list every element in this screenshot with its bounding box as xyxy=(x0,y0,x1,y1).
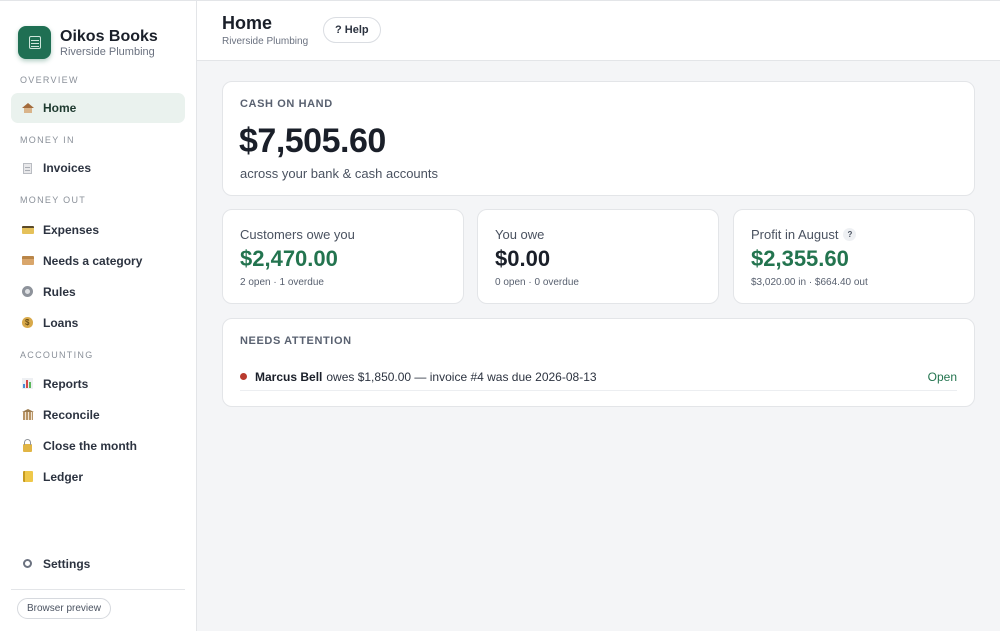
profit-card[interactable]: Profit in August ? $2,355.60 $3,020.00 i… xyxy=(733,209,975,304)
sidebar-item-needs-category[interactable]: Needs a category xyxy=(11,245,185,276)
sidebar-item-label: Loans xyxy=(43,315,79,330)
stat-meta: $3,020.00 in · $664.40 out xyxy=(751,277,868,288)
sidebar-item-label: Settings xyxy=(43,556,91,571)
sidebar-item-rules[interactable]: Rules xyxy=(11,276,185,307)
divider xyxy=(11,589,185,590)
stat-label-row: Profit in August ? xyxy=(751,227,857,242)
invoice-icon xyxy=(21,162,34,175)
page-title: Home xyxy=(222,13,273,33)
sidebar-item-reports[interactable]: Reports xyxy=(11,368,185,399)
card-label: CASH ON HAND xyxy=(240,98,333,110)
ledger-icon xyxy=(21,470,34,483)
stat-value: $0.00 xyxy=(495,246,551,271)
cash-subtitle: across your bank & cash accounts xyxy=(240,166,438,181)
customers-owe-card[interactable]: Customers owe you $2,470.00 2 open · 1 o… xyxy=(222,209,464,304)
bank-icon xyxy=(21,408,34,421)
you-owe-card[interactable]: You owe $0.00 0 open · 0 overdue xyxy=(477,209,719,304)
overdue-dot-icon xyxy=(240,373,247,380)
sidebar-item-label: Invoices xyxy=(43,161,92,175)
browser-preview-button[interactable]: Browser preview xyxy=(17,598,111,619)
stat-label: Profit in August xyxy=(751,227,839,242)
stat-value: $2,355.60 xyxy=(751,246,849,271)
sidebar-item-ledger[interactable]: Ledger xyxy=(11,461,185,492)
topbar: Home Riverside Plumbing ? Help xyxy=(197,1,1000,61)
section-accounting: ACCOUNTING xyxy=(20,350,94,360)
needs-attention-card: NEEDS ATTENTION Marcus Bell owes $1,850.… xyxy=(222,318,975,407)
sidebar-item-label: Rules xyxy=(43,284,76,299)
main-content: Home Riverside Plumbing ? Help CASH ON H… xyxy=(197,1,1000,631)
stat-label: You owe xyxy=(495,227,545,242)
help-icon[interactable]: ? xyxy=(843,228,857,241)
sidebar-item-label: Close the month xyxy=(43,438,138,453)
help-button[interactable]: ? Help xyxy=(323,17,381,43)
cash-amount: $7,505.60 xyxy=(239,122,386,160)
section-money-out: MONEY OUT xyxy=(20,195,87,205)
sidebar-item-label: Reconcile xyxy=(43,407,100,422)
sidebar-footer: Settings Browser preview xyxy=(0,548,196,631)
stat-meta: 2 open · 1 overdue xyxy=(240,277,324,288)
home-icon xyxy=(21,102,34,115)
cash-on-hand-card: CASH ON HAND $7,505.60 across your bank … xyxy=(222,81,975,196)
open-link[interactable]: Open xyxy=(928,370,957,384)
sidebar-item-expenses[interactable]: Expenses xyxy=(11,214,185,245)
sidebar-item-label: Reports xyxy=(43,376,89,391)
sidebar-item-label: Expenses xyxy=(43,222,100,237)
stat-meta: 0 open · 0 overdue xyxy=(495,277,579,288)
section-money-in: MONEY IN xyxy=(20,135,75,145)
sidebar-item-invoices[interactable]: Invoices xyxy=(11,153,185,183)
sidebar-item-label: Ledger xyxy=(43,469,84,484)
sidebar: Oikos Books Riverside Plumbing OVERVIEW … xyxy=(0,1,197,631)
stat-label: Customers owe you xyxy=(240,227,355,242)
sidebar-item-close-month[interactable]: Close the month xyxy=(11,430,185,461)
ledger-book-icon xyxy=(18,26,51,59)
gear-icon xyxy=(21,285,34,298)
page-subtitle: Riverside Plumbing xyxy=(222,36,309,47)
card-label: NEEDS ATTENTION xyxy=(240,335,352,347)
app-window: Oikos Books Riverside Plumbing OVERVIEW … xyxy=(0,0,1000,631)
sidebar-item-settings[interactable]: Settings xyxy=(11,548,185,579)
sidebar-item-loans[interactable]: Loans xyxy=(11,307,185,338)
attention-text: owes $1,850.00 — invoice #4 was due 2026… xyxy=(326,369,597,384)
bar-chart-icon xyxy=(21,377,34,390)
brand-subtitle: Riverside Plumbing xyxy=(60,45,155,58)
stat-value: $2,470.00 xyxy=(240,246,338,271)
sidebar-item-reconcile[interactable]: Reconcile xyxy=(11,399,185,430)
lock-icon xyxy=(21,438,34,452)
brand-name: Oikos Books xyxy=(60,27,158,45)
sidebar-item-label: Home xyxy=(43,101,77,115)
settings-icon xyxy=(21,557,34,570)
sidebar-item-label: Needs a category xyxy=(43,253,143,268)
credit-card-icon xyxy=(21,223,34,236)
customer-name: Marcus Bell xyxy=(255,369,323,384)
money-bag-icon xyxy=(21,316,34,329)
section-overview: OVERVIEW xyxy=(20,75,79,85)
list-item[interactable]: Marcus Bell owes $1,850.00 — invoice #4 … xyxy=(240,363,957,391)
brand[interactable]: Oikos Books Riverside Plumbing xyxy=(0,1,196,67)
sidebar-item-home[interactable]: Home xyxy=(11,93,185,123)
box-icon xyxy=(21,254,34,267)
